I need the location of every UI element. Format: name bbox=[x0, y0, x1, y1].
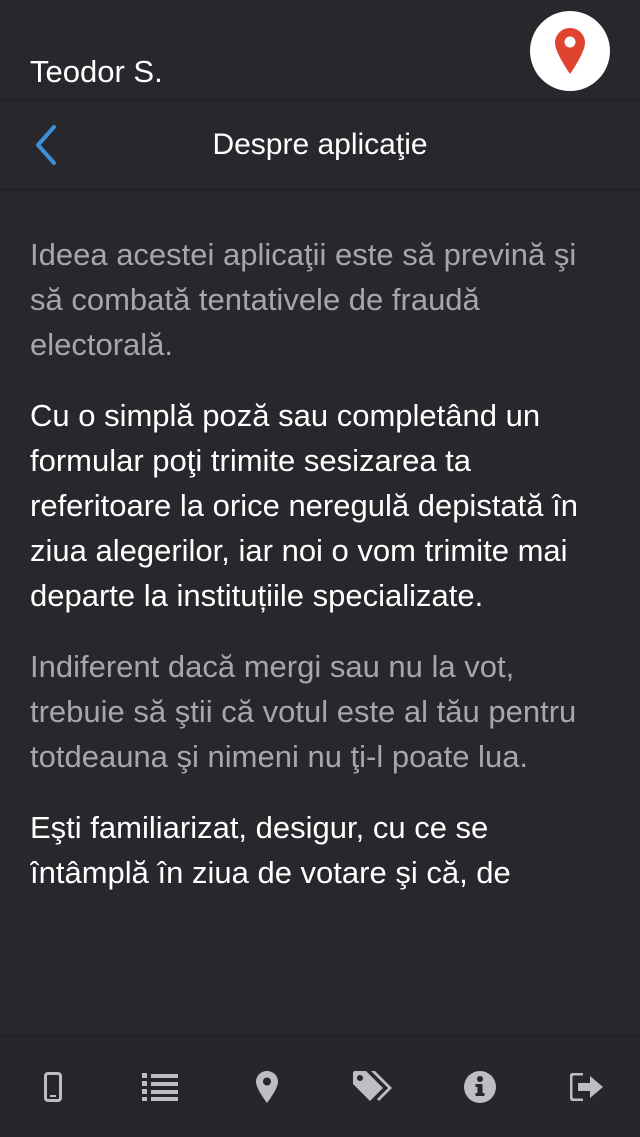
tab-tags[interactable] bbox=[333, 1047, 413, 1127]
paragraph-intro: Ideea acestei aplicaţii este să prevină … bbox=[30, 237, 577, 362]
nav-bar: Despre aplicaţie bbox=[0, 101, 640, 190]
tab-info[interactable] bbox=[440, 1047, 520, 1127]
bottom-tab-bar bbox=[0, 1036, 640, 1137]
top-bar: Teodor S. bbox=[0, 0, 640, 101]
paragraph-vote: Indiferent dacă mergi sau nu la vot, tre… bbox=[30, 649, 577, 774]
map-marker-icon bbox=[255, 1071, 278, 1103]
tab-phone[interactable] bbox=[13, 1047, 93, 1127]
list-icon bbox=[141, 1073, 178, 1101]
tab-map[interactable] bbox=[227, 1047, 307, 1127]
user-name: Teodor S. bbox=[30, 54, 163, 89]
sign-out-icon bbox=[569, 1073, 603, 1101]
phone-icon bbox=[44, 1072, 63, 1102]
info-icon bbox=[463, 1071, 496, 1103]
about-content: Ideea acestei aplicaţii este să prevină … bbox=[30, 232, 615, 1036]
tags-icon bbox=[353, 1071, 393, 1101]
paragraph-report: Cu o simplă poză sau completând un formu… bbox=[30, 398, 578, 613]
location-button[interactable] bbox=[530, 11, 610, 91]
tab-list[interactable] bbox=[120, 1047, 200, 1127]
page-title: Despre aplicaţie bbox=[212, 128, 428, 161]
tab-sign-out[interactable] bbox=[547, 1047, 627, 1127]
paragraph-familiar: Eşti familiarizat, desigur, cu ce se înt… bbox=[30, 810, 511, 890]
location-pin-icon bbox=[555, 28, 585, 74]
